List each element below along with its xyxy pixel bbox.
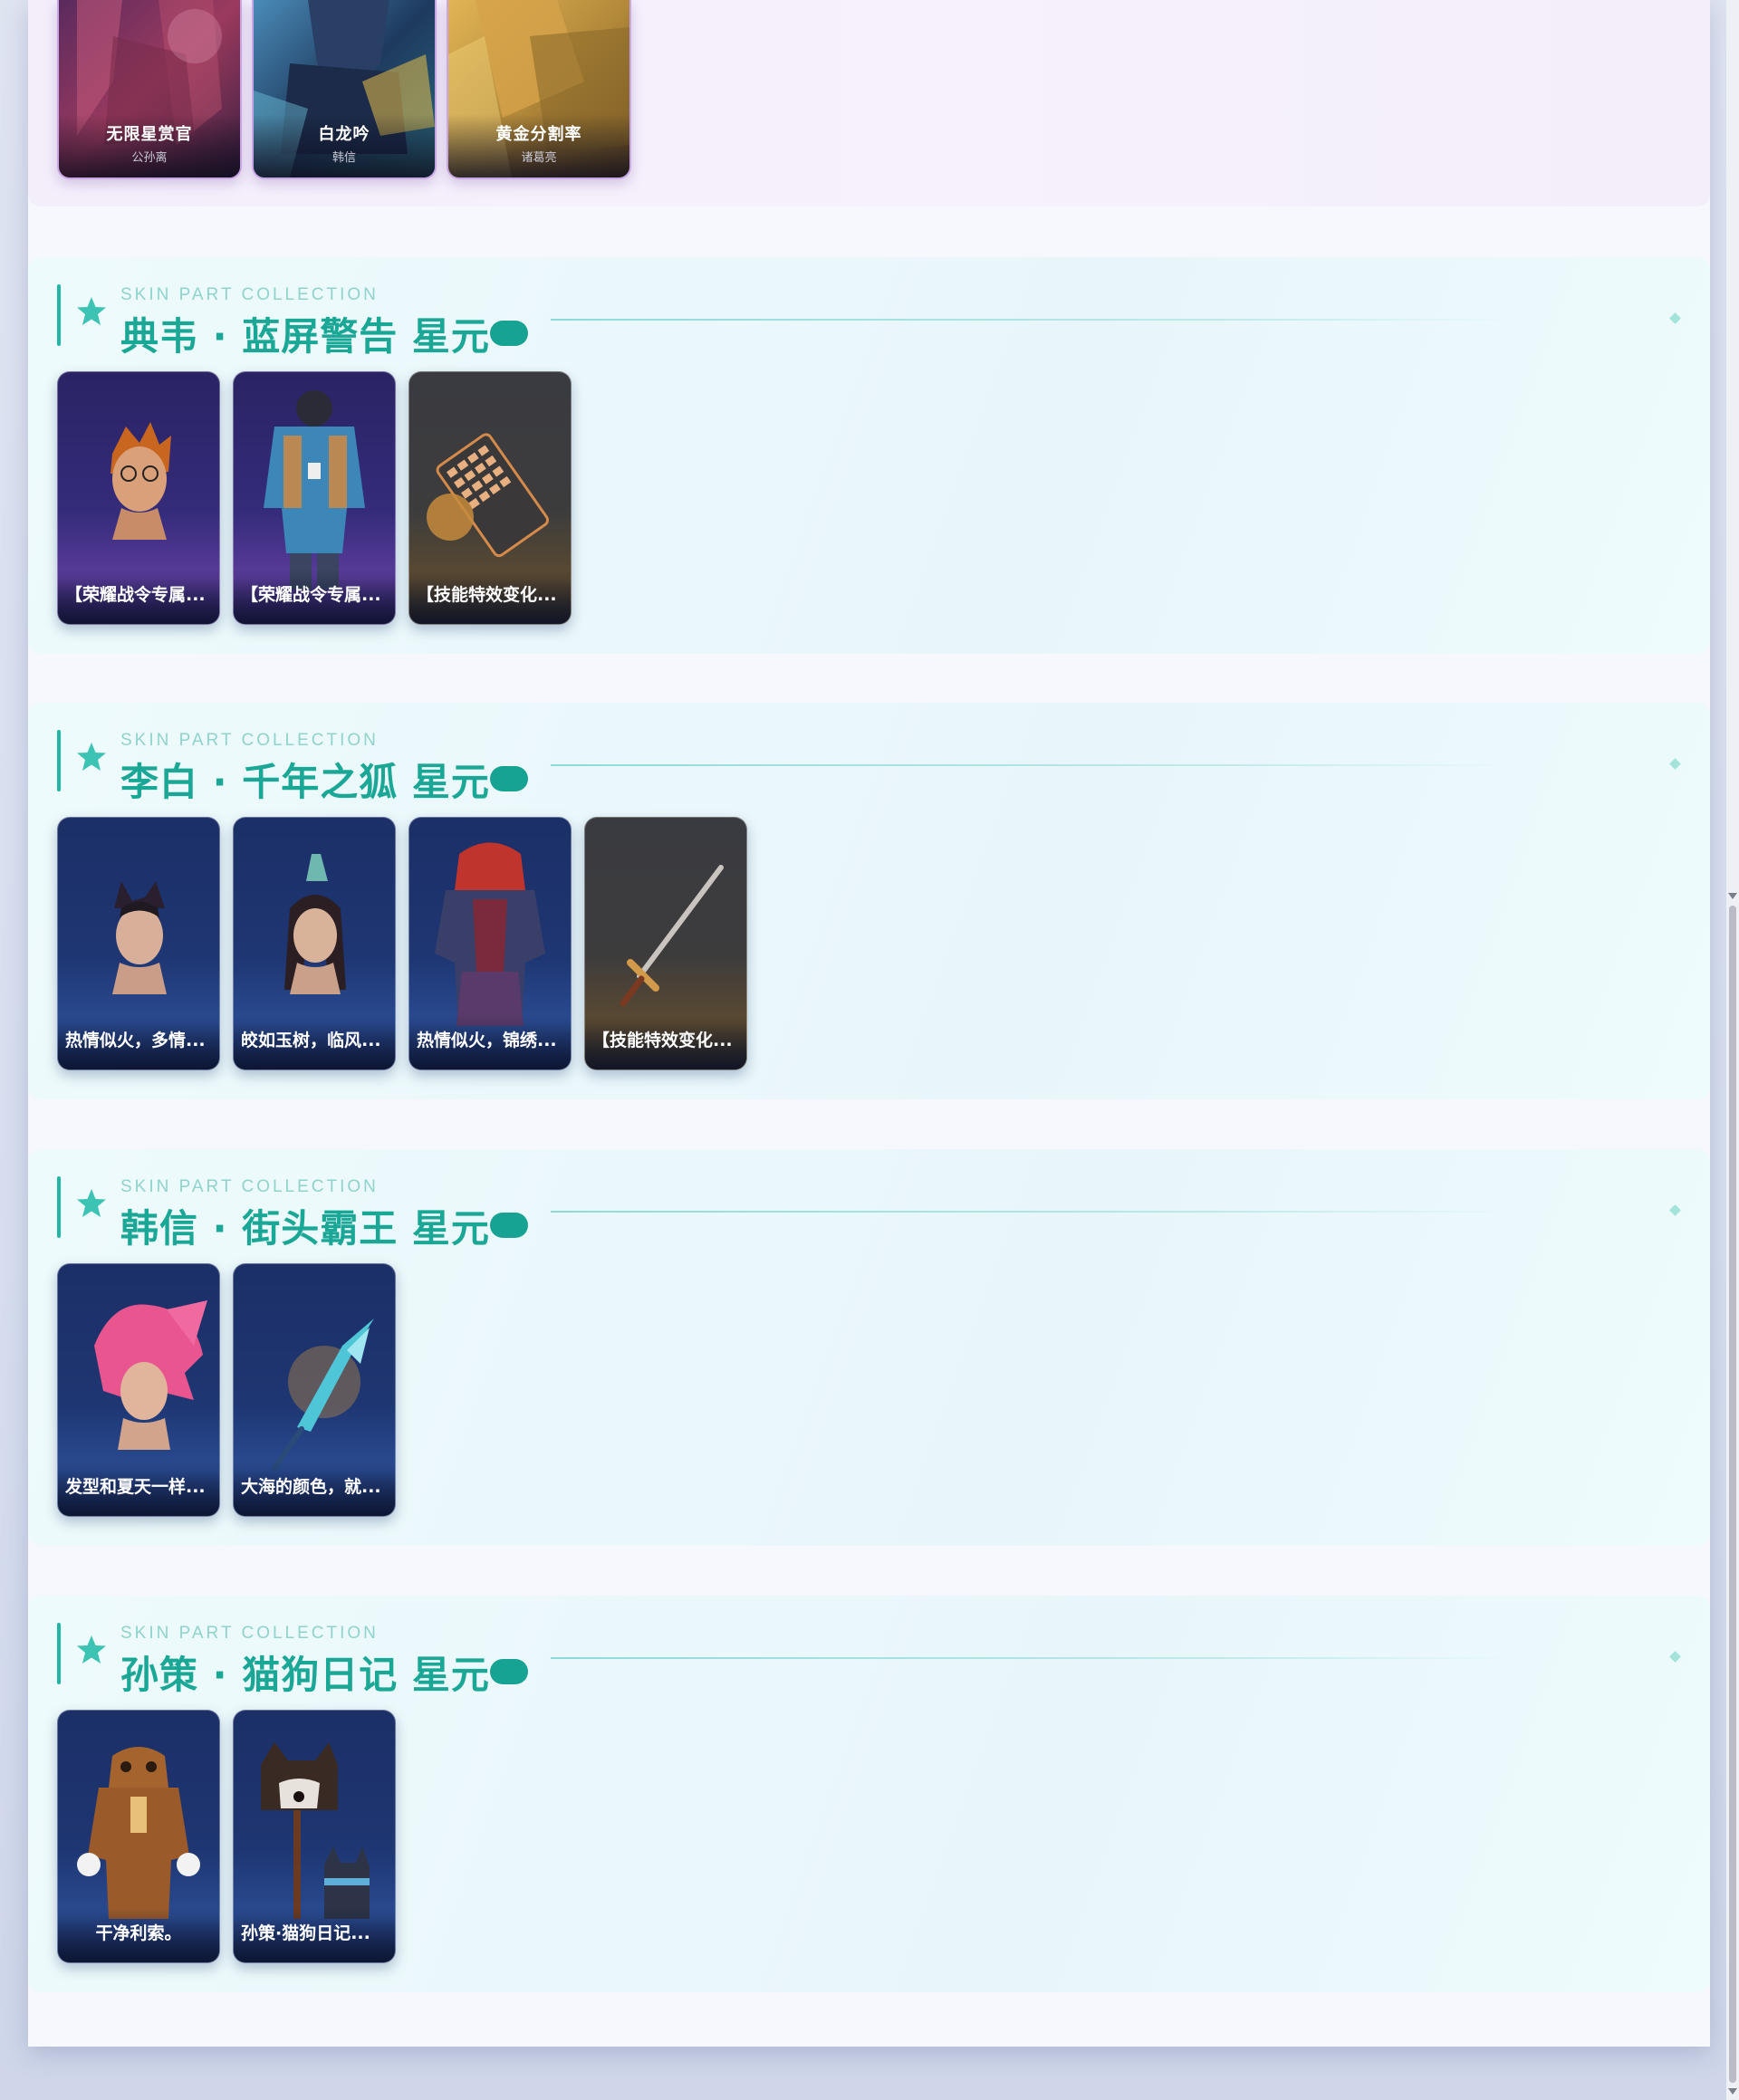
section-divider [551,1211,1513,1213]
collection-section-hanxin: SKIN PART COLLECTION 韩信 · 街头霸王 星元 发型和夏天一… [28,1149,1710,1546]
section-divider [551,764,1513,766]
count-badge [490,1659,528,1684]
skin-name: 黄金分割率 [495,125,582,144]
item-caption: 发型和夏天一样... [65,1477,206,1497]
item-caption: 【荣耀战令专属... [65,585,206,605]
skin-part-card[interactable]: 热情似火，锦绣... [408,817,572,1070]
skin-card[interactable]: 黄金分割率 诸葛亮 [447,0,631,179]
scroll-up-icon[interactable] [1728,893,1737,899]
diamond-icon [1669,1651,1681,1663]
section-eyebrow: SKIN PART COLLECTION [120,285,379,304]
item-caption: 干净利索。 [95,1923,182,1943]
skin-part-card[interactable]: 【技能特效变化... [584,817,747,1070]
skin-part-card[interactable]: 大海的颜色，就... [233,1263,396,1517]
collection-section-sunce: SKIN PART COLLECTION 孙策 · 猫狗日记 星元 干净利索。 [28,1596,1710,1992]
page-container: 无限星赏官 公孙离 白龙吟 韩信 黄金分割率 诸葛亮 SKIN PART COL… [28,0,1710,2047]
section-divider [551,319,1513,321]
hero-name: 诸葛亮 [521,151,557,165]
section-eyebrow: SKIN PART COLLECTION [120,1177,379,1196]
star-icon [77,1635,106,1664]
item-caption: 皎如玉树，临风... [241,1031,381,1050]
item-caption: 【技能特效变化... [592,1031,733,1050]
skin-part-card[interactable]: 【技能特效变化... [408,371,572,625]
skin-part-card[interactable]: 孙策·猫狗日记... [233,1710,396,1963]
skin-part-card[interactable]: 【荣耀战令专属... [57,371,220,625]
collection-section-libai: SKIN PART COLLECTION 李白 · 千年之狐 星元 热情似火，多… [28,703,1710,1099]
section-accent-bar [57,284,61,346]
count-badge [490,321,528,346]
skin-name: 白龙吟 [318,125,370,144]
count-badge [490,1213,528,1238]
section-title: 孙策 · 猫狗日记 星元 [120,1653,490,1697]
star-icon [77,297,106,325]
section-accent-bar [57,1623,61,1684]
scrollbar-thumb[interactable] [1729,906,1736,2083]
scroll-down-icon[interactable] [1728,2088,1737,2095]
hero-name: 韩信 [331,151,356,165]
hero-name: 公孙离 [131,151,168,165]
hero-skin-section: 无限星赏官 公孙离 白龙吟 韩信 黄金分割率 诸葛亮 [28,0,1710,206]
collection-section-dianwei: SKIN PART COLLECTION 典韦 · 蓝屏警告 星元 【荣耀战令专… [28,257,1710,654]
section-title: 韩信 · 街头霸王 星元 [120,1206,490,1251]
item-caption: 孙策·猫狗日记... [241,1923,370,1943]
section-divider [551,1657,1513,1659]
section-title: 典韦 · 蓝屏警告 星元 [120,314,490,359]
section-eyebrow: SKIN PART COLLECTION [120,731,379,750]
skin-part-card[interactable]: 发型和夏天一样... [57,1263,220,1517]
skin-part-card[interactable]: 干净利索。 [57,1710,220,1963]
section-accent-bar [57,730,61,791]
skin-part-card[interactable]: 【荣耀战令专属... [233,371,396,625]
section-title: 李白 · 千年之狐 星元 [120,760,490,804]
diamond-icon [1669,312,1681,324]
diamond-icon [1669,1204,1681,1216]
item-caption: 大海的颜色，就... [241,1477,381,1497]
skin-card[interactable]: 无限星赏官 公孙离 [57,0,242,179]
skin-name: 无限星赏官 [106,125,193,144]
item-caption: 【荣耀战令专属... [241,585,381,605]
section-accent-bar [57,1176,61,1238]
skin-card[interactable]: 白龙吟 韩信 [252,0,437,179]
section-eyebrow: SKIN PART COLLECTION [120,1624,379,1643]
star-icon [77,743,106,771]
item-caption: 热情似火，锦绣... [417,1031,557,1050]
item-caption: 热情似火，多情... [65,1031,206,1050]
skin-part-card[interactable]: 皎如玉树，临风... [233,817,396,1070]
count-badge [490,766,528,791]
diamond-icon [1669,758,1681,770]
skin-part-card[interactable]: 热情似火，多情... [57,817,220,1070]
star-icon [77,1189,106,1217]
item-caption: 【技能特效变化... [417,585,557,605]
